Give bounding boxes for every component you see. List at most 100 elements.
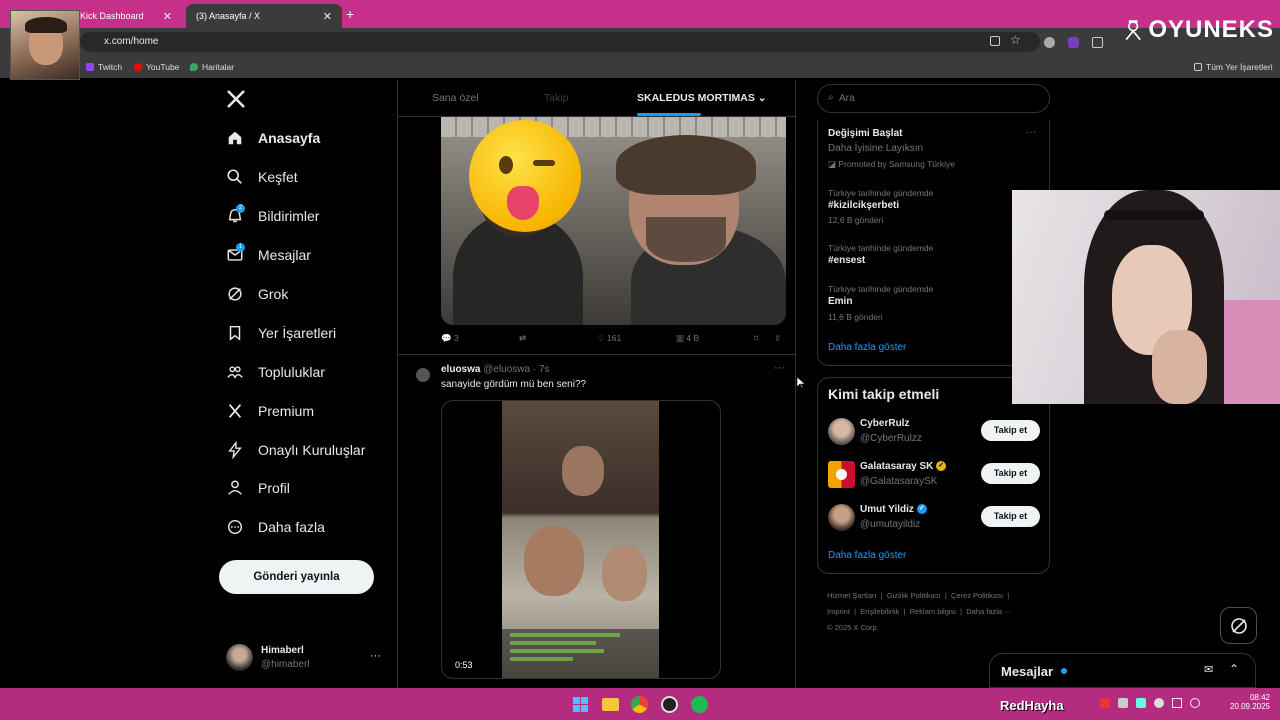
grok-floating-button[interactable] (1220, 607, 1257, 644)
follow-button[interactable]: Takip et (981, 420, 1040, 441)
footer-link[interactable]: Imprint (827, 607, 850, 616)
account-switcher[interactable]: Himaberl @himaberl ··· (226, 644, 396, 674)
tray-icon[interactable] (1136, 698, 1146, 708)
close-icon[interactable]: ✕ (163, 10, 172, 23)
nav-item-topluluklar[interactable]: Topluluklar (226, 363, 325, 381)
nav-item-label: Anasayfa (258, 130, 321, 146)
more-icon[interactable]: ··· (774, 362, 785, 374)
footer-link[interactable]: Hizmet Şartları (827, 591, 877, 600)
author-handle[interactable]: @eluoswa (483, 364, 530, 375)
bookmark-youtube[interactable]: YouTube (134, 62, 179, 72)
avatar[interactable] (828, 461, 855, 488)
user-name[interactable]: Galatasaray SK ✓ (860, 461, 947, 472)
file-explorer-icon[interactable] (602, 698, 619, 711)
puzzle-icon[interactable] (1092, 37, 1103, 48)
lightning-icon (226, 441, 244, 459)
tray-icon[interactable] (1118, 698, 1128, 708)
x-logo-icon[interactable] (226, 89, 246, 109)
show-more-link[interactable]: Daha fazla göster (828, 342, 906, 353)
tab-x-home[interactable]: (3) Anasayfa / X ✕ (186, 4, 342, 28)
footer-link[interactable]: Daha fazla ··· (966, 607, 1011, 616)
windows-start-icon[interactable] (573, 697, 588, 712)
promo-title[interactable]: Değişimi Başlat (828, 128, 902, 139)
expand-icon[interactable]: ⌃ (1229, 662, 1239, 676)
clock[interactable]: 08:42 20.09.2025 (1226, 693, 1270, 711)
like-button[interactable]: ♡ 161 (597, 333, 621, 344)
bookmarks-bar: Twitch YouTube Haritalar Tüm Yer İşaretl… (0, 56, 1280, 78)
chrome-icon[interactable] (631, 696, 648, 713)
repost-icon[interactable]: ⇄ (519, 333, 526, 344)
user-name[interactable]: CyberRulz (860, 418, 909, 429)
address-bar[interactable]: x.com/home (80, 32, 1040, 52)
tab-list-skaledus[interactable]: SKALEDUS MORTIMAS ⌄ (637, 92, 767, 104)
address-bar-row: x.com/home ☆ (0, 28, 1280, 56)
more-icon[interactable]: ··· (370, 650, 381, 662)
promo-subtitle: Daha İyisine Layıksın (828, 143, 924, 154)
views-button[interactable]: ▥ 4 B (676, 333, 699, 344)
share-icon[interactable]: ⇪ (774, 333, 781, 344)
avatar[interactable] (828, 418, 855, 445)
star-icon[interactable]: ☆ (1010, 33, 1021, 47)
tab-following[interactable]: Takip (544, 92, 569, 104)
post-video[interactable]: 0:53 (441, 400, 721, 679)
mic-icon[interactable] (1154, 698, 1164, 708)
messages-drawer[interactable]: Mesajlar ✉ ⌃ (989, 653, 1256, 688)
nav-item-premium[interactable]: Premium (226, 402, 314, 420)
user-name[interactable]: Umut Yildiz ✓ (860, 504, 927, 515)
install-icon[interactable] (990, 36, 1000, 46)
tray-icon[interactable] (1100, 698, 1110, 708)
post-time[interactable]: · 7s (533, 364, 550, 375)
nav-item-mesajlar[interactable]: 1 Mesajlar (226, 243, 311, 264)
follow-button[interactable]: Takip et (981, 463, 1040, 484)
search-input[interactable]: ⌕ Ara (817, 84, 1050, 113)
main-feed: Sana özel Takip SKALEDUS MORTIMAS ⌄ 💬 3 … (397, 80, 796, 688)
emoji-sticker (469, 120, 581, 232)
footer-link[interactable]: Erişilebilirlik (860, 607, 899, 616)
footer-link[interactable]: Reklam bilgisi (910, 607, 956, 616)
author-name[interactable]: eluoswa (441, 364, 480, 375)
nav-item-grok[interactable]: Grok (226, 285, 288, 303)
trend-count: 11,6 B gönderi (828, 312, 883, 322)
nav-item-daha-fazla[interactable]: Daha fazla (226, 518, 325, 536)
nav-item-profil[interactable]: Profil (226, 479, 290, 497)
trend-name[interactable]: #ensest (828, 255, 865, 266)
video-duration: 0:53 (452, 659, 476, 671)
spotify-icon[interactable] (691, 696, 708, 713)
footer-link[interactable]: Çerez Politikası (951, 591, 1003, 600)
grok-icon (226, 285, 244, 303)
all-bookmarks[interactable]: Tüm Yer İşaretleri (1194, 62, 1273, 72)
trend-name[interactable]: Emin (828, 296, 852, 307)
extension-icon[interactable] (1044, 37, 1055, 48)
footer-link[interactable]: Gizlilik Politikası (887, 591, 941, 600)
bookmark-twitch[interactable]: Twitch (86, 62, 122, 72)
more-icon[interactable]: ··· (1026, 127, 1036, 138)
network-icon[interactable] (1172, 698, 1182, 708)
bookmark-icon[interactable]: ⌑ (754, 333, 758, 344)
close-icon[interactable]: ✕ (323, 10, 332, 23)
post-button[interactable]: Gönderi yayınla (219, 560, 374, 594)
beard-right (646, 217, 726, 262)
nav-item-onaylı-kuruluşlar[interactable]: Onaylı Kuruluşlar (226, 441, 365, 459)
headphones-shape (1104, 210, 1204, 220)
follow-button[interactable]: Takip et (981, 506, 1040, 527)
nav-item-bildirimler[interactable]: 2 Bildirimler (226, 204, 319, 225)
nav-item-anasayfa[interactable]: Anasayfa (226, 129, 320, 147)
nav-item-keşfet[interactable]: Keşfet (226, 168, 298, 186)
bookmark-maps[interactable]: Haritalar (190, 62, 234, 72)
avatar[interactable] (828, 504, 855, 531)
youtube-icon (134, 63, 142, 71)
trend-name[interactable]: #kizilcikşerbeti (828, 200, 899, 211)
volume-icon[interactable] (1190, 698, 1200, 708)
reply-button[interactable]: 💬 3 (441, 333, 459, 344)
nav-item-yer-i-şaretleri[interactable]: Yer İşaretleri (226, 324, 336, 342)
avatar[interactable] (416, 368, 430, 382)
obs-icon[interactable] (661, 696, 678, 713)
tab-for-you[interactable]: Sana özel (432, 92, 479, 104)
show-more-link[interactable]: Daha fazla göster (828, 550, 906, 561)
new-message-icon[interactable]: ✉ (1204, 663, 1213, 676)
extension-icon[interactable] (1068, 37, 1079, 48)
nav-item-label: Onaylı Kuruluşlar (258, 442, 366, 458)
new-tab-button[interactable]: + (346, 6, 354, 22)
post-image[interactable] (441, 117, 786, 325)
chevron-down-icon: ⌄ (757, 92, 767, 104)
